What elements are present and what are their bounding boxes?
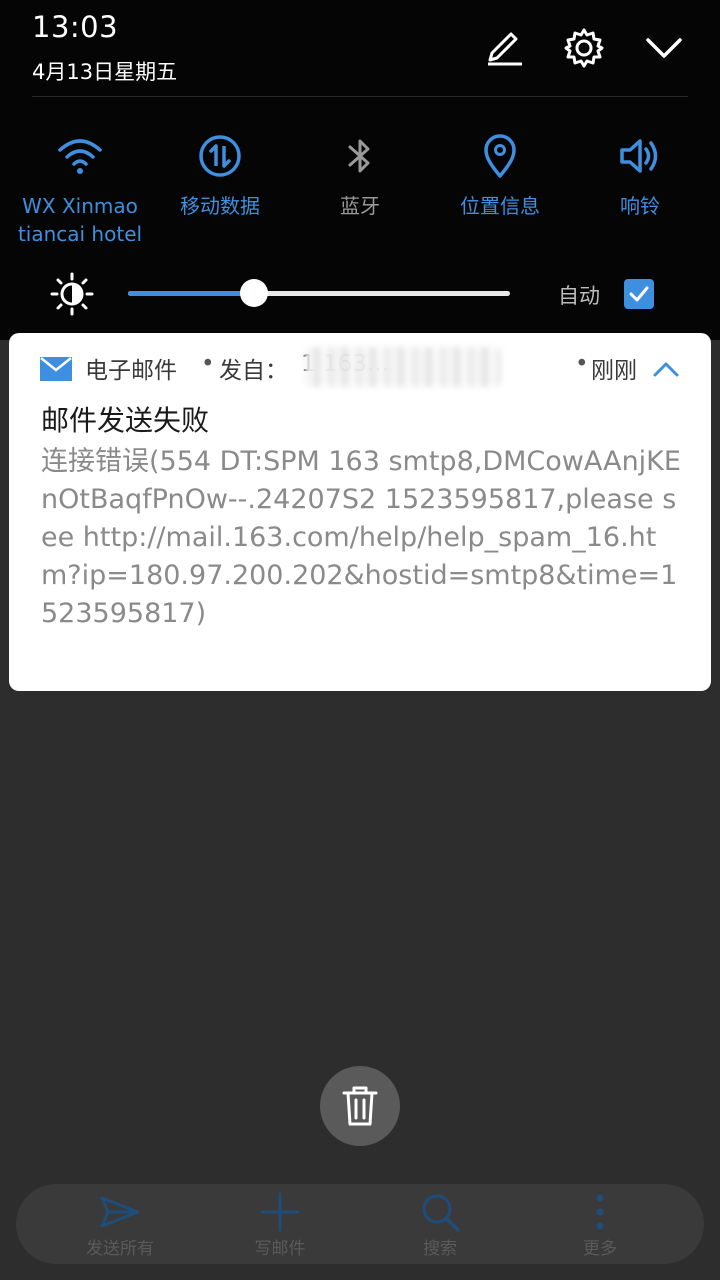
qs-label-ring: 响铃: [620, 194, 660, 218]
plus-icon: [260, 1192, 300, 1232]
qs-label-wifi: WX Xinmao tiancai hotel: [10, 192, 150, 248]
brightness-row: 自动: [0, 264, 720, 324]
shade-divider: [32, 96, 688, 97]
notification-shade: 13:03 4月13日星期五 WX Xinmao tiancai hotel 移…: [0, 0, 720, 340]
toolbar-compose-label: 写邮件: [254, 1239, 306, 1259]
wifi-icon: [58, 139, 102, 174]
toolbar-send-all[interactable]: 发送所有: [40, 1184, 200, 1264]
ring-icon: [620, 139, 658, 173]
search-icon: [422, 1194, 460, 1232]
qs-label-bluetooth: 蓝牙: [340, 194, 380, 218]
chevron-down-icon[interactable]: [642, 26, 686, 70]
notification-time: 刚刚: [591, 358, 637, 384]
edit-icon[interactable]: [482, 26, 526, 70]
qs-tile-bluetooth[interactable]: 蓝牙: [290, 130, 430, 255]
qs-tile-wifi[interactable]: WX Xinmao tiancai hotel: [10, 130, 150, 255]
chevron-down-icon-svg: [646, 38, 682, 58]
brightness-icon: [50, 272, 94, 316]
qs-label-wifi-line1: WX Xinmao: [22, 194, 138, 218]
trash-icon: [342, 1086, 378, 1126]
toolbar-more-label: 更多: [583, 1239, 617, 1259]
more-icon: [596, 1194, 604, 1230]
mobile-data-icon: [199, 135, 241, 177]
auto-brightness-checkbox[interactable]: [624, 279, 654, 309]
screen: 13:03 4月13日星期五 WX Xinmao tiancai hotel 移…: [0, 0, 720, 1280]
toolbar-send-all-label: 发送所有: [86, 1239, 154, 1259]
clock-date: 4月13日星期五: [32, 60, 178, 84]
email-notification-card[interactable]: 电子邮件 • 发自： 1 163... • 刚刚 邮件发送失败 连接错误(554…: [9, 333, 711, 691]
toolbar-search[interactable]: 搜索: [360, 1184, 520, 1264]
toolbar-compose[interactable]: 写邮件: [200, 1184, 360, 1264]
brightness-icon-svg: [50, 272, 94, 316]
location-icon: [484, 134, 516, 178]
app-bottom-toolbar: 发送所有 写邮件 搜索 更多: [16, 1184, 704, 1264]
brightness-slider-fill: [128, 291, 255, 296]
quick-settings: WX Xinmao tiancai hotel 移动数据 蓝牙 位置信息 响铃: [0, 130, 720, 260]
chevron-up-icon[interactable]: [649, 353, 683, 387]
clear-notifications-button[interactable]: [320, 1066, 400, 1146]
toolbar-more[interactable]: 更多: [520, 1184, 680, 1264]
gear-icon[interactable]: [562, 26, 606, 70]
toolbar-search-label: 搜索: [423, 1239, 457, 1259]
notification-app-name: 电子邮件: [85, 358, 177, 384]
chevron-up-icon-svg: [653, 362, 679, 377]
header-separator: •: [575, 351, 589, 377]
qs-label-wifi-line2: tiancai hotel: [17, 222, 143, 246]
qs-tile-mobile-data[interactable]: 移动数据: [150, 130, 290, 255]
bluetooth-icon: [348, 139, 370, 173]
qs-label-mobile-data: 移动数据: [180, 194, 260, 218]
brightness-slider[interactable]: [128, 279, 510, 307]
qs-tile-ring[interactable]: 响铃: [570, 130, 710, 255]
mail-icon: [40, 357, 72, 381]
qs-label-location: 位置信息: [460, 194, 540, 218]
gear-icon-svg: [564, 28, 604, 68]
check-icon: [629, 286, 649, 302]
mail-icon-svg: [40, 357, 72, 381]
clock-time: 13:03: [32, 10, 119, 44]
notification-body: 连接错误(554 DT:SPM 163 smtp8,DMCowAAnjKEnOt…: [41, 446, 681, 629]
edit-icon-svg: [488, 32, 522, 66]
notification-title: 邮件发送失败: [41, 404, 210, 437]
qs-tile-location[interactable]: 位置信息: [430, 130, 570, 255]
auto-brightness-label: 自动: [558, 284, 600, 308]
notification-header: 电子邮件 • 发自： 1 163... • 刚刚: [9, 333, 711, 405]
notification-from-label: 发自：: [219, 358, 288, 384]
sender-redaction: [305, 347, 501, 387]
brightness-slider-thumb[interactable]: [240, 279, 269, 307]
send-icon: [100, 1196, 140, 1228]
header-separator: •: [201, 351, 215, 377]
